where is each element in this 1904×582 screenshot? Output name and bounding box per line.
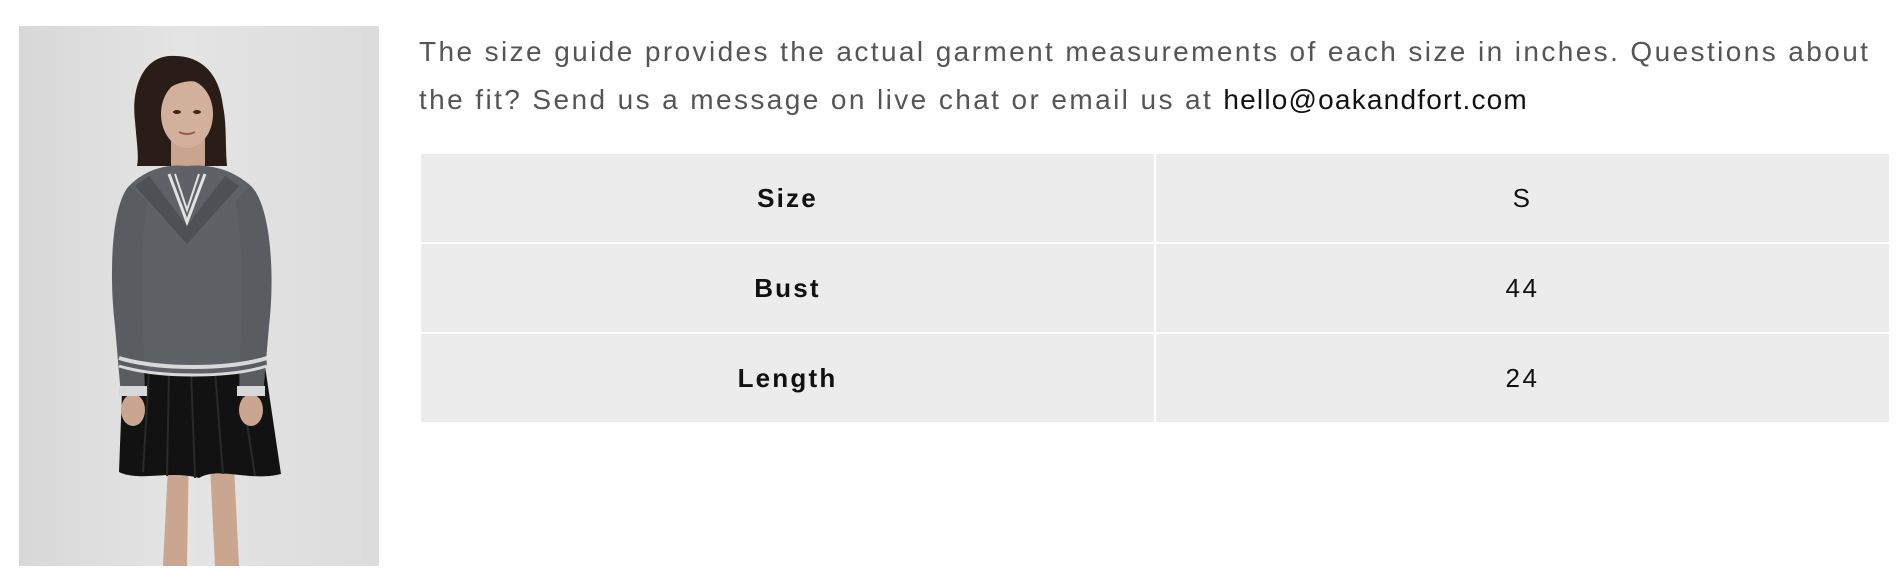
model-illustration bbox=[111, 55, 281, 566]
row-value-bust: 44 bbox=[1156, 244, 1889, 332]
product-image bbox=[19, 26, 379, 566]
row-value-length: 24 bbox=[1156, 334, 1889, 422]
row-label-size: Size bbox=[421, 154, 1154, 242]
email-link[interactable]: hello@oakandfort.com bbox=[1223, 84, 1528, 115]
size-guide-intro: The size guide provides the actual garme… bbox=[419, 28, 1889, 124]
row-label-length: Length bbox=[421, 334, 1154, 422]
intro-text: The size guide provides the actual garme… bbox=[419, 36, 1871, 115]
row-value-size: S bbox=[1156, 154, 1889, 242]
table-row-bust: Bust 44 bbox=[421, 244, 1889, 332]
table-row-length: Length 24 bbox=[421, 334, 1889, 422]
size-table: Size S Bust 44 Length 24 bbox=[419, 152, 1891, 424]
table-row-size: Size S bbox=[421, 154, 1889, 242]
row-label-bust: Bust bbox=[421, 244, 1154, 332]
